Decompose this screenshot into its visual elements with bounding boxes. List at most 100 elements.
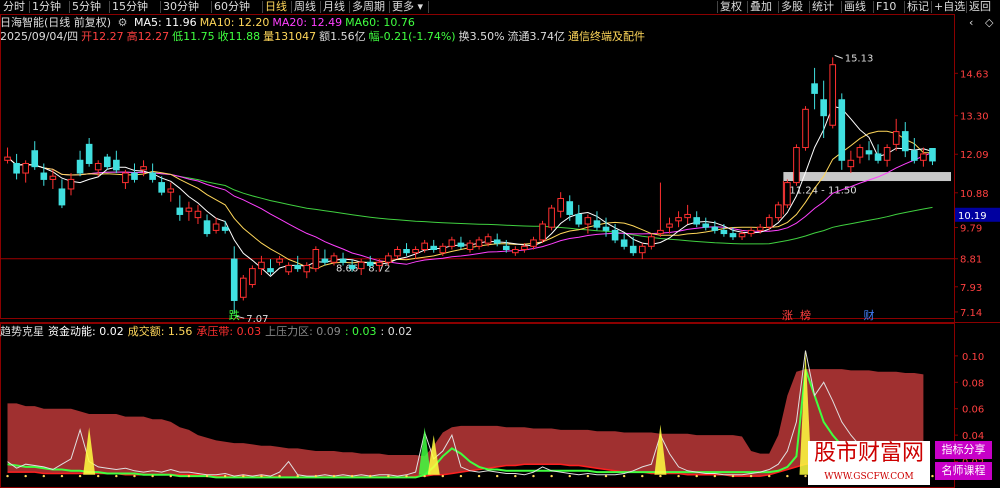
candle-body[interactable] [484,236,492,244]
candle-body[interactable] [892,131,900,145]
candle-body[interactable] [258,261,265,270]
candle-body[interactable] [838,99,846,161]
candle-body[interactable] [666,223,673,228]
candle-body[interactable] [40,172,48,180]
candle-body[interactable] [294,264,302,270]
candle-body[interactable] [684,213,691,219]
candle-body[interactable] [702,223,710,228]
candle-body[interactable] [439,245,447,254]
candle-body[interactable] [512,249,519,254]
candle-body[interactable] [303,264,311,273]
candle-body[interactable] [747,229,755,235]
candle-body[interactable] [802,108,809,149]
candle-body[interactable] [774,204,782,219]
candle-body[interactable] [475,239,483,247]
candle-body[interactable] [493,239,501,244]
candle-body[interactable] [31,150,39,168]
candle-body[interactable] [212,223,220,231]
candle-body[interactable] [285,264,292,273]
candle-body[interactable] [203,220,211,235]
candle-body[interactable] [230,258,238,301]
candle-body[interactable] [466,242,474,251]
candle-body[interactable] [575,213,583,225]
candle-body[interactable] [502,245,510,250]
candle-body[interactable] [811,83,818,94]
candle-body[interactable] [756,226,764,231]
candle-body[interactable] [122,172,129,184]
candle-body[interactable] [720,229,728,235]
candle-body[interactable] [865,150,873,155]
candle-body[interactable] [348,264,356,270]
candle-body[interactable] [321,258,329,263]
candle-body[interactable] [566,201,574,215]
candle-body[interactable] [167,188,175,193]
candle-body[interactable] [58,188,66,206]
candle-body[interactable] [194,210,202,219]
window-collapse-icon[interactable]: ‹ [969,16,973,30]
candle-body[interactable] [421,242,428,251]
candle-body[interactable] [76,159,84,174]
candle-body[interactable] [829,64,837,126]
candlestick-chart[interactable]: 14.63 13.30 12.09 10.88 9.79 8.81 7.93 7.14 10.1… [0,0,1000,488]
candle-body[interactable] [385,255,392,263]
candle-body[interactable] [103,156,111,168]
candle-body[interactable] [158,182,166,193]
candle-body[interactable] [276,258,283,263]
candle-body[interactable] [530,239,537,247]
candle-body[interactable] [403,249,410,254]
candle-body[interactable] [176,207,184,215]
candle-body[interactable] [13,162,20,174]
candle-body[interactable] [929,148,936,162]
candle-body[interactable] [729,233,737,238]
candle-body[interactable] [539,223,546,241]
candle-body[interactable] [602,226,610,231]
candle-body[interactable] [765,217,773,228]
candle-body[interactable] [22,162,29,174]
candle-body[interactable] [874,153,882,161]
candle-body[interactable] [920,153,927,161]
candle-body[interactable] [448,239,456,247]
candle-body[interactable] [249,268,256,286]
candle-body[interactable] [738,233,746,238]
candle-body[interactable] [49,175,57,180]
candle-body[interactable] [847,159,855,168]
candle-body[interactable] [793,147,800,184]
candle-body[interactable] [911,150,918,161]
candle-body[interactable] [412,249,419,254]
candle-body[interactable] [629,245,637,254]
candle-body[interactable] [638,245,646,254]
window-diamond-icon[interactable]: ◇ [985,16,993,30]
candle-body[interactable] [711,226,719,231]
candle-body[interactable] [693,217,701,225]
candle-body[interactable] [376,261,383,266]
candle-body[interactable] [357,261,365,270]
candle-body[interactable] [657,229,664,235]
candle-body[interactable] [140,166,147,171]
candle-body[interactable] [548,207,555,228]
candle-body[interactable] [820,99,827,117]
candle-body[interactable] [221,226,229,231]
candle-body[interactable] [584,217,592,225]
candle-body[interactable] [267,268,274,273]
candle-body[interactable] [366,261,374,266]
candle-body[interactable] [430,245,438,250]
candle-body[interactable] [557,198,564,212]
candle-body[interactable] [85,143,93,164]
candle-body[interactable] [4,156,11,161]
candle-body[interactable] [131,172,138,180]
candle-body[interactable] [185,207,193,212]
candle-body[interactable] [593,220,601,228]
candle-body[interactable] [856,147,864,158]
candle-body[interactable] [901,131,909,152]
candle-body[interactable] [330,255,338,263]
candle-body[interactable] [648,236,655,247]
candle-body[interactable] [457,242,465,247]
candle-body[interactable] [339,258,347,263]
candle-body[interactable] [611,229,619,241]
candle-body[interactable] [312,249,320,270]
candle-body[interactable] [521,245,528,250]
candle-body[interactable] [94,162,102,171]
candle-body[interactable] [620,239,628,247]
candle-body[interactable] [113,159,120,171]
candle-body[interactable] [67,178,75,190]
